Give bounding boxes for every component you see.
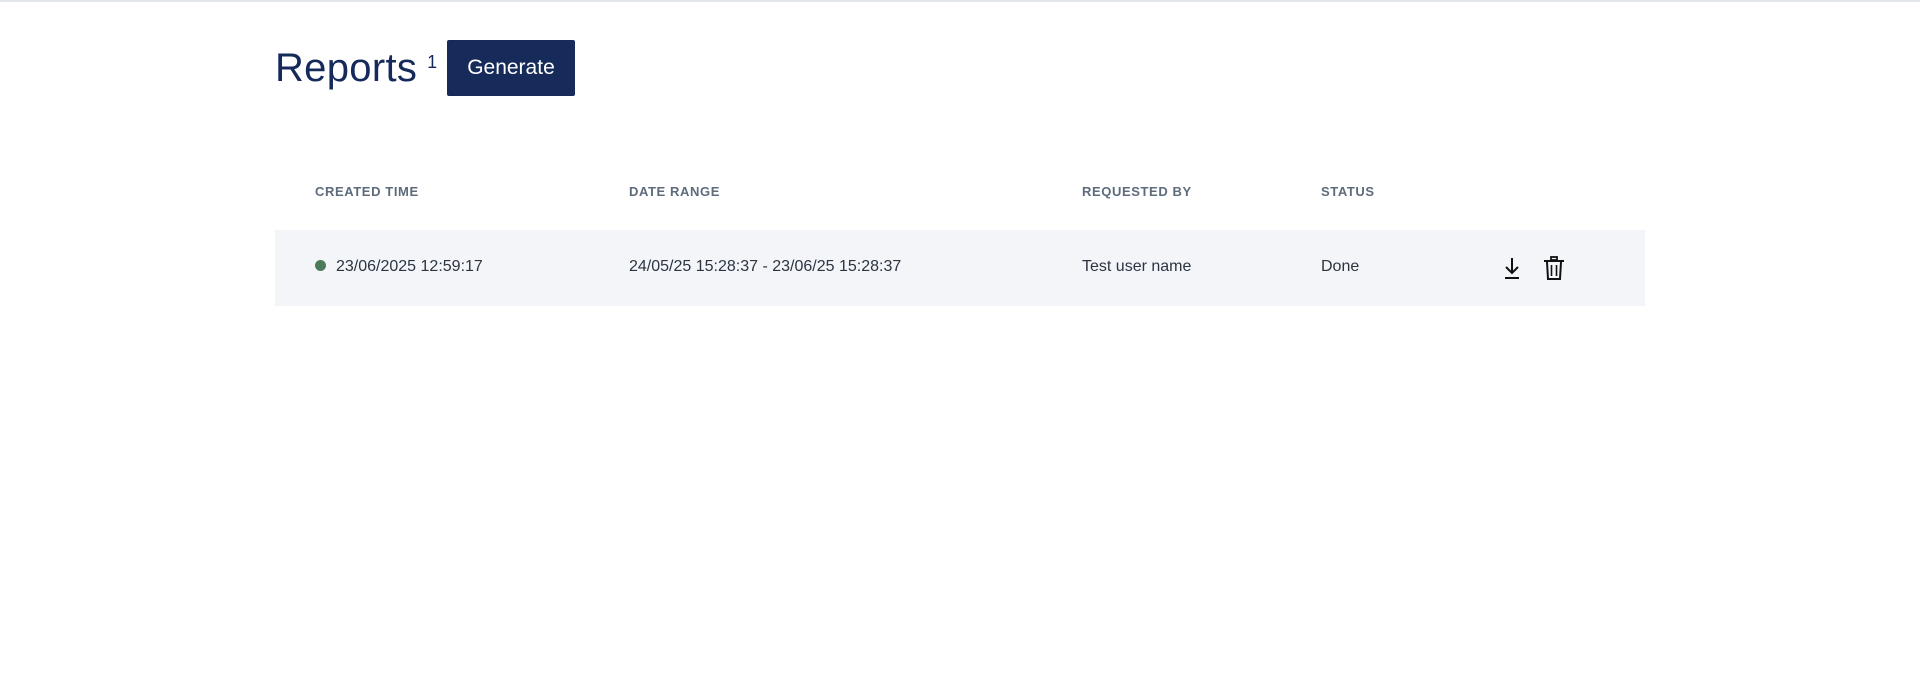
status-cell: Done	[1321, 258, 1360, 275]
status-indicator-dot	[315, 260, 326, 271]
table-header: CREATED TIME DATE RANGE REQUESTED BY STA…	[275, 160, 1645, 210]
generate-button[interactable]: Generate	[447, 40, 575, 96]
column-header-date-range[interactable]: DATE RANGE	[629, 184, 720, 199]
report-count: 1	[427, 52, 438, 72]
date-range-cell: 24/05/25 15:28:37 - 23/06/25 15:28:37	[629, 258, 902, 275]
top-divider	[0, 0, 1920, 2]
row-actions	[1497, 252, 1569, 284]
column-header-status[interactable]: STATUS	[1321, 184, 1375, 199]
created-time-text: 23/06/2025 12:59:17	[336, 258, 483, 275]
trash-icon	[1544, 256, 1564, 280]
download-button[interactable]	[1497, 252, 1527, 284]
created-time-cell: 23/06/2025 12:59:17	[315, 258, 483, 276]
reports-page: Reports 1 Generate CREATED TIME DATE RAN…	[275, 40, 1645, 306]
delete-button[interactable]	[1539, 252, 1569, 284]
column-header-requested-by[interactable]: REQUESTED BY	[1082, 184, 1192, 199]
page-title: Reports	[275, 46, 418, 90]
column-header-created-time[interactable]: CREATED TIME	[315, 184, 419, 199]
reports-table: CREATED TIME DATE RANGE REQUESTED BY STA…	[275, 160, 1645, 306]
page-header: Reports 1 Generate	[275, 40, 1645, 96]
requested-by-cell: Test user name	[1082, 258, 1192, 275]
table-row[interactable]: 23/06/2025 12:59:17 24/05/25 15:28:37 - …	[275, 230, 1645, 306]
download-icon	[1505, 258, 1519, 279]
